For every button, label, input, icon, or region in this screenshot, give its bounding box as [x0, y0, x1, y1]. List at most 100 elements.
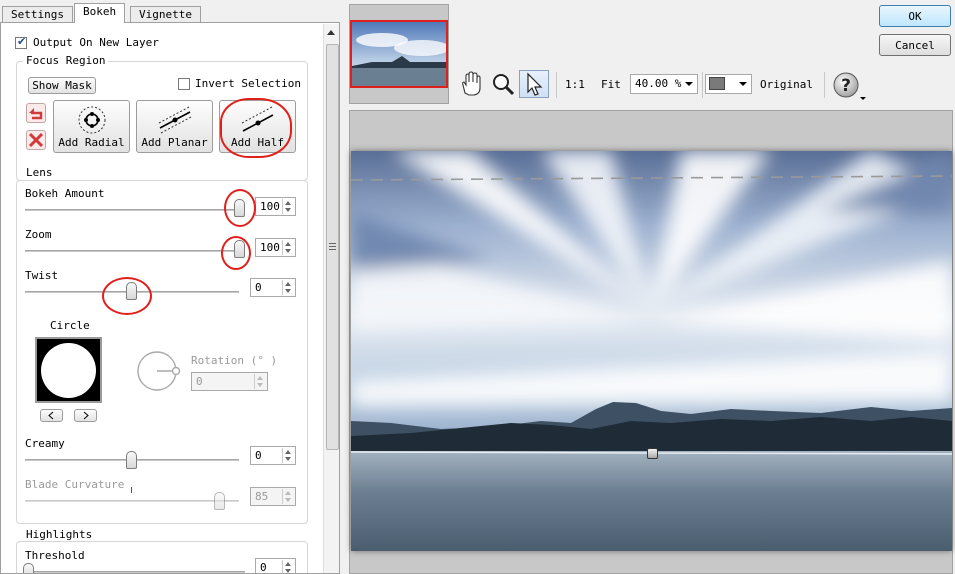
hand-tool-button[interactable]	[456, 70, 486, 98]
blade-curvature-label: Blade Curvature	[25, 478, 125, 491]
settings-panel: Output On New Layer Focus Region Show Ma…	[0, 22, 340, 574]
zoom-value: 100	[260, 241, 280, 254]
bokeh-amount-track[interactable]	[25, 209, 239, 211]
twist-input[interactable]: 0	[250, 278, 296, 297]
shape-next-button[interactable]	[74, 409, 97, 422]
ok-label: OK	[908, 10, 922, 23]
blade-curvature-tick	[131, 487, 132, 493]
zoom-input[interactable]: 100	[255, 238, 296, 257]
delete-x-icon	[28, 132, 44, 148]
half-region-icon	[241, 106, 274, 132]
shape-label: Circle	[50, 319, 90, 332]
help-button[interactable]: ?	[833, 72, 866, 100]
zoom-fit-button[interactable]: Fit	[601, 78, 621, 91]
tab-settings-label: Settings	[11, 8, 64, 21]
tab-vignette-label: Vignette	[139, 8, 192, 21]
tab-bokeh-label: Bokeh	[83, 5, 117, 18]
show-mask-label: Show Mask	[32, 79, 92, 92]
circle-shape-icon	[41, 343, 96, 398]
zoom-level-dropdown[interactable]: 40.00 %	[630, 74, 698, 94]
add-radial-button[interactable]: Add Radial	[53, 100, 130, 153]
threshold-track[interactable]	[25, 571, 245, 573]
preview-image[interactable]	[351, 151, 952, 551]
hand-icon	[462, 71, 481, 96]
add-radial-label: Add Radial	[58, 136, 125, 149]
creamy-input[interactable]: 0	[250, 446, 296, 465]
undo-region-button[interactable]	[26, 103, 46, 123]
rotation-dial-icon	[137, 351, 181, 391]
show-mask-button[interactable]: Show Mask	[28, 77, 96, 94]
panel-scrollbar[interactable]	[323, 24, 339, 573]
add-half-button[interactable]: Add Half	[219, 100, 296, 153]
blade-curvature-spinner	[282, 489, 294, 504]
cancel-button[interactable]: Cancel	[879, 34, 951, 56]
planar-region-icon	[158, 106, 192, 134]
shape-prev-button[interactable]	[40, 409, 63, 422]
rotation-spinner	[254, 374, 266, 389]
add-half-label: Add Half	[231, 136, 284, 149]
twist-label: Twist	[25, 269, 59, 282]
twist-value: 0	[255, 281, 262, 294]
scrollbar-thumb[interactable]	[326, 44, 339, 450]
twist-slider-thumb[interactable]	[126, 282, 137, 300]
tab-vignette[interactable]: Vignette	[130, 6, 201, 23]
zoom-one-to-one-button[interactable]: 1:1	[565, 78, 585, 91]
highlights-title: Highlights	[23, 528, 96, 541]
blade-curvature-input: 85	[250, 487, 296, 506]
bokeh-amount-spinner[interactable]	[282, 199, 294, 214]
creamy-slider-thumb[interactable]	[126, 451, 137, 469]
half-region-handle[interactable]	[647, 448, 658, 459]
background-color-swatch	[709, 77, 725, 90]
invert-selection-label: Invert Selection	[195, 77, 301, 90]
tab-bar: Settings Bokeh Vignette	[0, 0, 340, 23]
output-new-layer-label: Output On New Layer	[33, 36, 159, 49]
navigator-thumbnail[interactable]	[349, 4, 449, 104]
output-new-layer-checkbox[interactable]	[15, 35, 27, 49]
undo-arrow-icon	[29, 108, 43, 120]
cancel-label: Cancel	[895, 39, 935, 52]
rotation-value: 0	[196, 375, 203, 388]
chevron-right-icon	[83, 411, 89, 420]
delete-region-button[interactable]	[26, 130, 46, 150]
magnifier-icon	[493, 74, 515, 96]
scroll-up-icon[interactable]	[327, 30, 335, 35]
twist-spinner[interactable]	[282, 280, 294, 295]
scrollbar-grip-icon	[329, 243, 336, 250]
zoom-spinner[interactable]	[282, 240, 294, 255]
zoom-tool-button[interactable]	[488, 70, 518, 98]
creamy-spinner[interactable]	[282, 448, 294, 463]
landscape-photo	[351, 151, 952, 551]
bokeh-amount-input[interactable]: 100	[255, 197, 296, 216]
add-planar-label: Add Planar	[141, 136, 208, 149]
zoom-label: Zoom	[25, 228, 52, 241]
blade-curvature-track	[25, 500, 239, 502]
zoom-slider-thumb[interactable]	[234, 240, 245, 258]
original-toggle-button[interactable]: Original	[760, 78, 813, 91]
threshold-spinner[interactable]	[282, 560, 294, 573]
blade-curvature-slider-thumb	[214, 492, 225, 510]
chevron-left-icon	[48, 411, 54, 420]
toolbar-separator	[702, 72, 703, 98]
tab-bokeh[interactable]: Bokeh	[74, 3, 126, 23]
zoom-level-value: 40.00 %	[635, 77, 682, 90]
thumbnail-view-rect[interactable]	[350, 20, 448, 88]
preview-canvas[interactable]	[349, 110, 953, 574]
add-planar-button[interactable]: Add Planar	[136, 100, 213, 153]
bokeh-amount-label: Bokeh Amount	[25, 187, 105, 200]
creamy-value: 0	[255, 449, 262, 462]
bokeh-shape-preview	[35, 337, 102, 403]
lens-title: Lens	[23, 166, 56, 179]
thumbnail-image	[352, 22, 446, 86]
threshold-input[interactable]: 0	[255, 558, 296, 573]
chevron-down-icon	[685, 82, 693, 86]
ok-button[interactable]: OK	[879, 5, 951, 27]
zoom-track[interactable]	[25, 250, 239, 252]
rotation-label: Rotation (° )	[191, 354, 278, 367]
select-tool-button[interactable]	[519, 70, 549, 98]
bokeh-amount-slider-thumb[interactable]	[234, 199, 245, 217]
tab-settings[interactable]: Settings	[2, 6, 73, 23]
threshold-slider-thumb[interactable]	[23, 563, 34, 573]
background-color-dropdown[interactable]	[705, 74, 752, 94]
toolbar-separator	[556, 72, 557, 98]
invert-selection-checkbox[interactable]	[178, 78, 190, 90]
